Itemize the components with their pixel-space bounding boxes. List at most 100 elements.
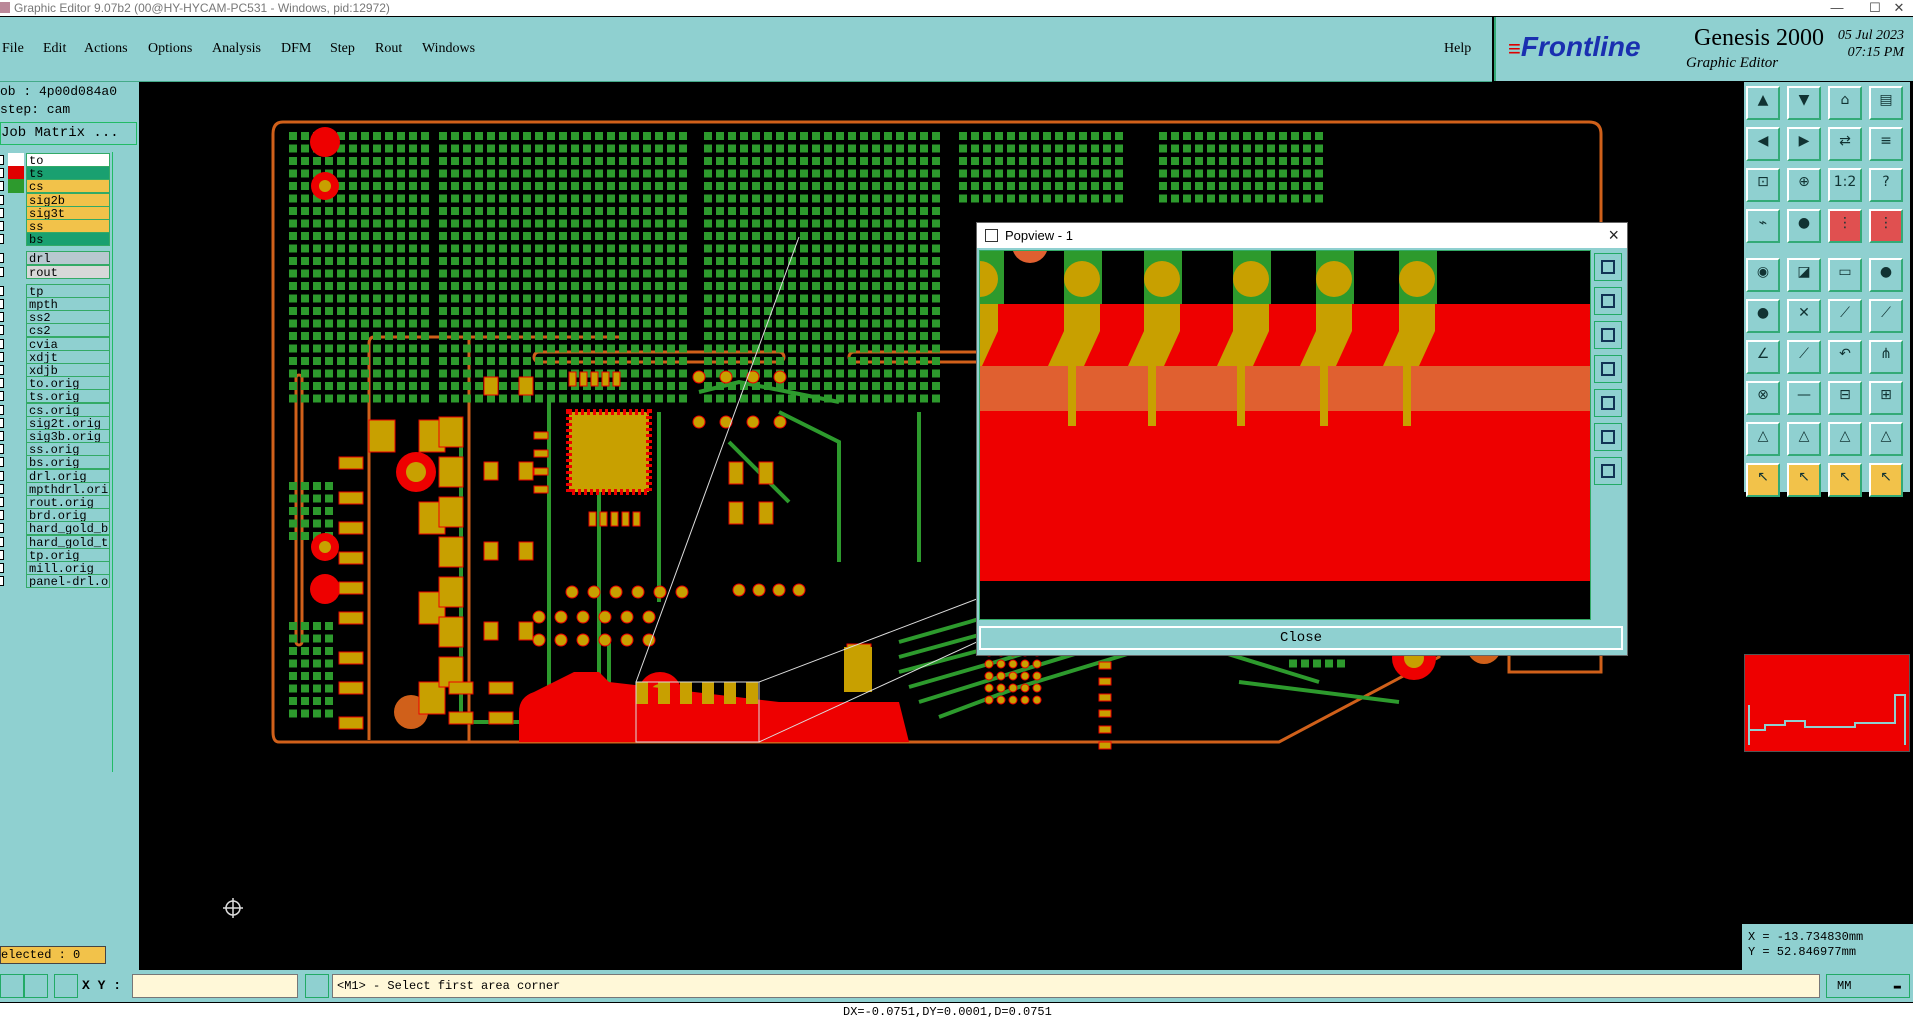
layer-down-tool-button[interactable]: ▼ [1787,86,1821,120]
minimize-button[interactable]: — [1820,0,1854,16]
layer-checkbox[interactable] [0,549,4,560]
layer-name[interactable]: bs [26,232,110,247]
layer-name[interactable]: panel-drl.or [26,574,110,589]
layer-color-swatch[interactable] [8,265,24,279]
layer-color-swatch[interactable] [8,574,24,588]
measure-tool-button[interactable]: ⌁ [1746,209,1780,243]
close-window-button[interactable]: ✕ [1882,0,1913,16]
layer-checkbox[interactable] [0,351,4,362]
merge-tool-button[interactable]: ⊗ [1746,381,1780,415]
layer-row[interactable]: panel-drl.or [0,573,110,589]
popview-canvas[interactable] [979,250,1591,620]
popview-zoom-in-button[interactable] [1594,287,1622,315]
snap-icon[interactable] [0,974,24,998]
menu-windows[interactable]: Windows [422,41,475,57]
node-tool-button[interactable]: ● [1746,299,1780,333]
layer-checkbox[interactable] [0,155,4,165]
minimap[interactable] [1744,654,1910,752]
layer-checkbox[interactable] [0,234,4,245]
layer-checkbox[interactable] [0,391,4,402]
layer-checkbox[interactable] [0,470,4,481]
layer-checkbox[interactable] [0,510,4,521]
arc-tool-button[interactable]: ⟋ [1828,299,1862,333]
snap-tool-button[interactable]: ● [1787,209,1821,243]
layer-checkbox[interactable] [0,285,4,296]
layer-checkbox[interactable] [0,563,4,573]
route-tool-button[interactable]: ⟋ [1869,299,1903,333]
rout-red2-tool-button[interactable]: ⋮ [1869,209,1903,243]
popview-center-button[interactable] [1594,423,1622,451]
layer-checkbox[interactable] [0,378,4,389]
menu-rout[interactable]: Rout [375,41,402,57]
fix-tool-button[interactable]: ⋔ [1869,340,1903,374]
units-select[interactable]: MM ▬ [1826,974,1910,998]
layer-checkbox[interactable] [0,417,4,428]
triangle2-tool-button[interactable]: △ [1787,422,1821,456]
layer-checkbox[interactable] [0,497,4,507]
layer-checkbox[interactable] [0,253,4,264]
select2-tool-button[interactable]: ↖ [1787,463,1821,497]
layer-checkbox[interactable] [0,523,4,534]
menu-analysis[interactable]: Analysis [212,41,261,57]
menu-step[interactable]: Step [330,41,355,57]
popview-zoom-out-button[interactable] [1594,321,1622,349]
layer-name[interactable]: rout [26,264,110,279]
prev-tool-button[interactable]: ◀ [1746,127,1780,161]
triangle-tool-button[interactable]: △ [1746,422,1780,456]
layer-checkbox[interactable] [0,221,4,231]
pad-tool-button[interactable]: ◉ [1746,258,1780,292]
segment-tool-button[interactable]: — [1787,381,1821,415]
popview-window[interactable]: Popview - 1 × Close [976,222,1628,656]
layer-checkbox[interactable] [0,181,4,192]
popview-home-button[interactable] [1594,457,1622,485]
menu-actions[interactable]: Actions [84,41,128,57]
triangle3-tool-button[interactable]: △ [1828,422,1862,456]
layer-up-tool-button[interactable]: ▲ [1746,86,1780,120]
stack-tool-button[interactable]: ▤ [1869,86,1903,120]
layer-checkbox[interactable] [0,404,4,415]
layer-checkbox[interactable] [0,168,4,179]
popview-title-bar[interactable]: Popview - 1 × [977,223,1627,248]
zoom-tool-button[interactable]: ⊕ [1787,168,1821,202]
popview-zoom-fit-button[interactable] [1594,253,1622,281]
layer-color-swatch[interactable] [8,232,24,246]
edit-tool-button[interactable]: ⊟ [1828,381,1862,415]
step-tool-button[interactable]: ≡ [1869,127,1903,161]
popview-pan-left-button[interactable] [1594,355,1622,383]
home-tool-button[interactable]: ⌂ [1828,86,1862,120]
xy-input[interactable] [132,974,298,998]
layer-checkbox[interactable] [0,207,4,218]
layer-checkbox[interactable] [0,365,4,375]
layer-checkbox[interactable] [0,194,4,205]
grid-icon[interactable] [54,974,78,998]
layer-row[interactable]: bs [0,231,110,247]
menu-edit[interactable]: Edit [43,41,66,57]
triangle4-tool-button[interactable]: △ [1869,422,1903,456]
circle-tool-button[interactable]: ● [1869,258,1903,292]
polygon-tool-button[interactable]: ◪ [1787,258,1821,292]
menu-help[interactable]: Help [1444,41,1471,57]
one-to-one-tool-button[interactable]: 1:2 [1828,168,1862,202]
help-tool-button[interactable]: ? [1869,168,1903,202]
select4-tool-button[interactable]: ↖ [1869,463,1903,497]
layer-checkbox[interactable] [0,299,4,309]
layer-checkbox[interactable] [0,338,4,349]
slope-tool-button[interactable]: ∠ [1746,340,1780,374]
layer-checkbox[interactable] [0,266,4,277]
menu-file[interactable]: File [2,41,24,57]
popview-close-button[interactable]: Close [979,626,1623,650]
job-matrix-button[interactable]: Job Matrix ... [0,122,137,145]
menu-dfm[interactable]: DFM [281,41,311,57]
undo-tool-button[interactable]: ↶ [1828,340,1862,374]
fit-tool-button[interactable]: ⊡ [1746,168,1780,202]
rout-red-tool-button[interactable]: ⋮ [1828,209,1862,243]
text-tool-button[interactable]: ▭ [1828,258,1862,292]
bundle-tool-button[interactable]: ⊞ [1869,381,1903,415]
popview-pan-right-button[interactable] [1594,389,1622,417]
layer-checkbox[interactable] [0,576,4,587]
line-tool-button[interactable]: ⟋ [1787,340,1821,374]
swap-tool-button[interactable]: ⇄ [1828,127,1862,161]
select3-tool-button[interactable]: ↖ [1828,463,1862,497]
layer-checkbox[interactable] [0,536,4,547]
info-icon[interactable] [305,974,329,998]
